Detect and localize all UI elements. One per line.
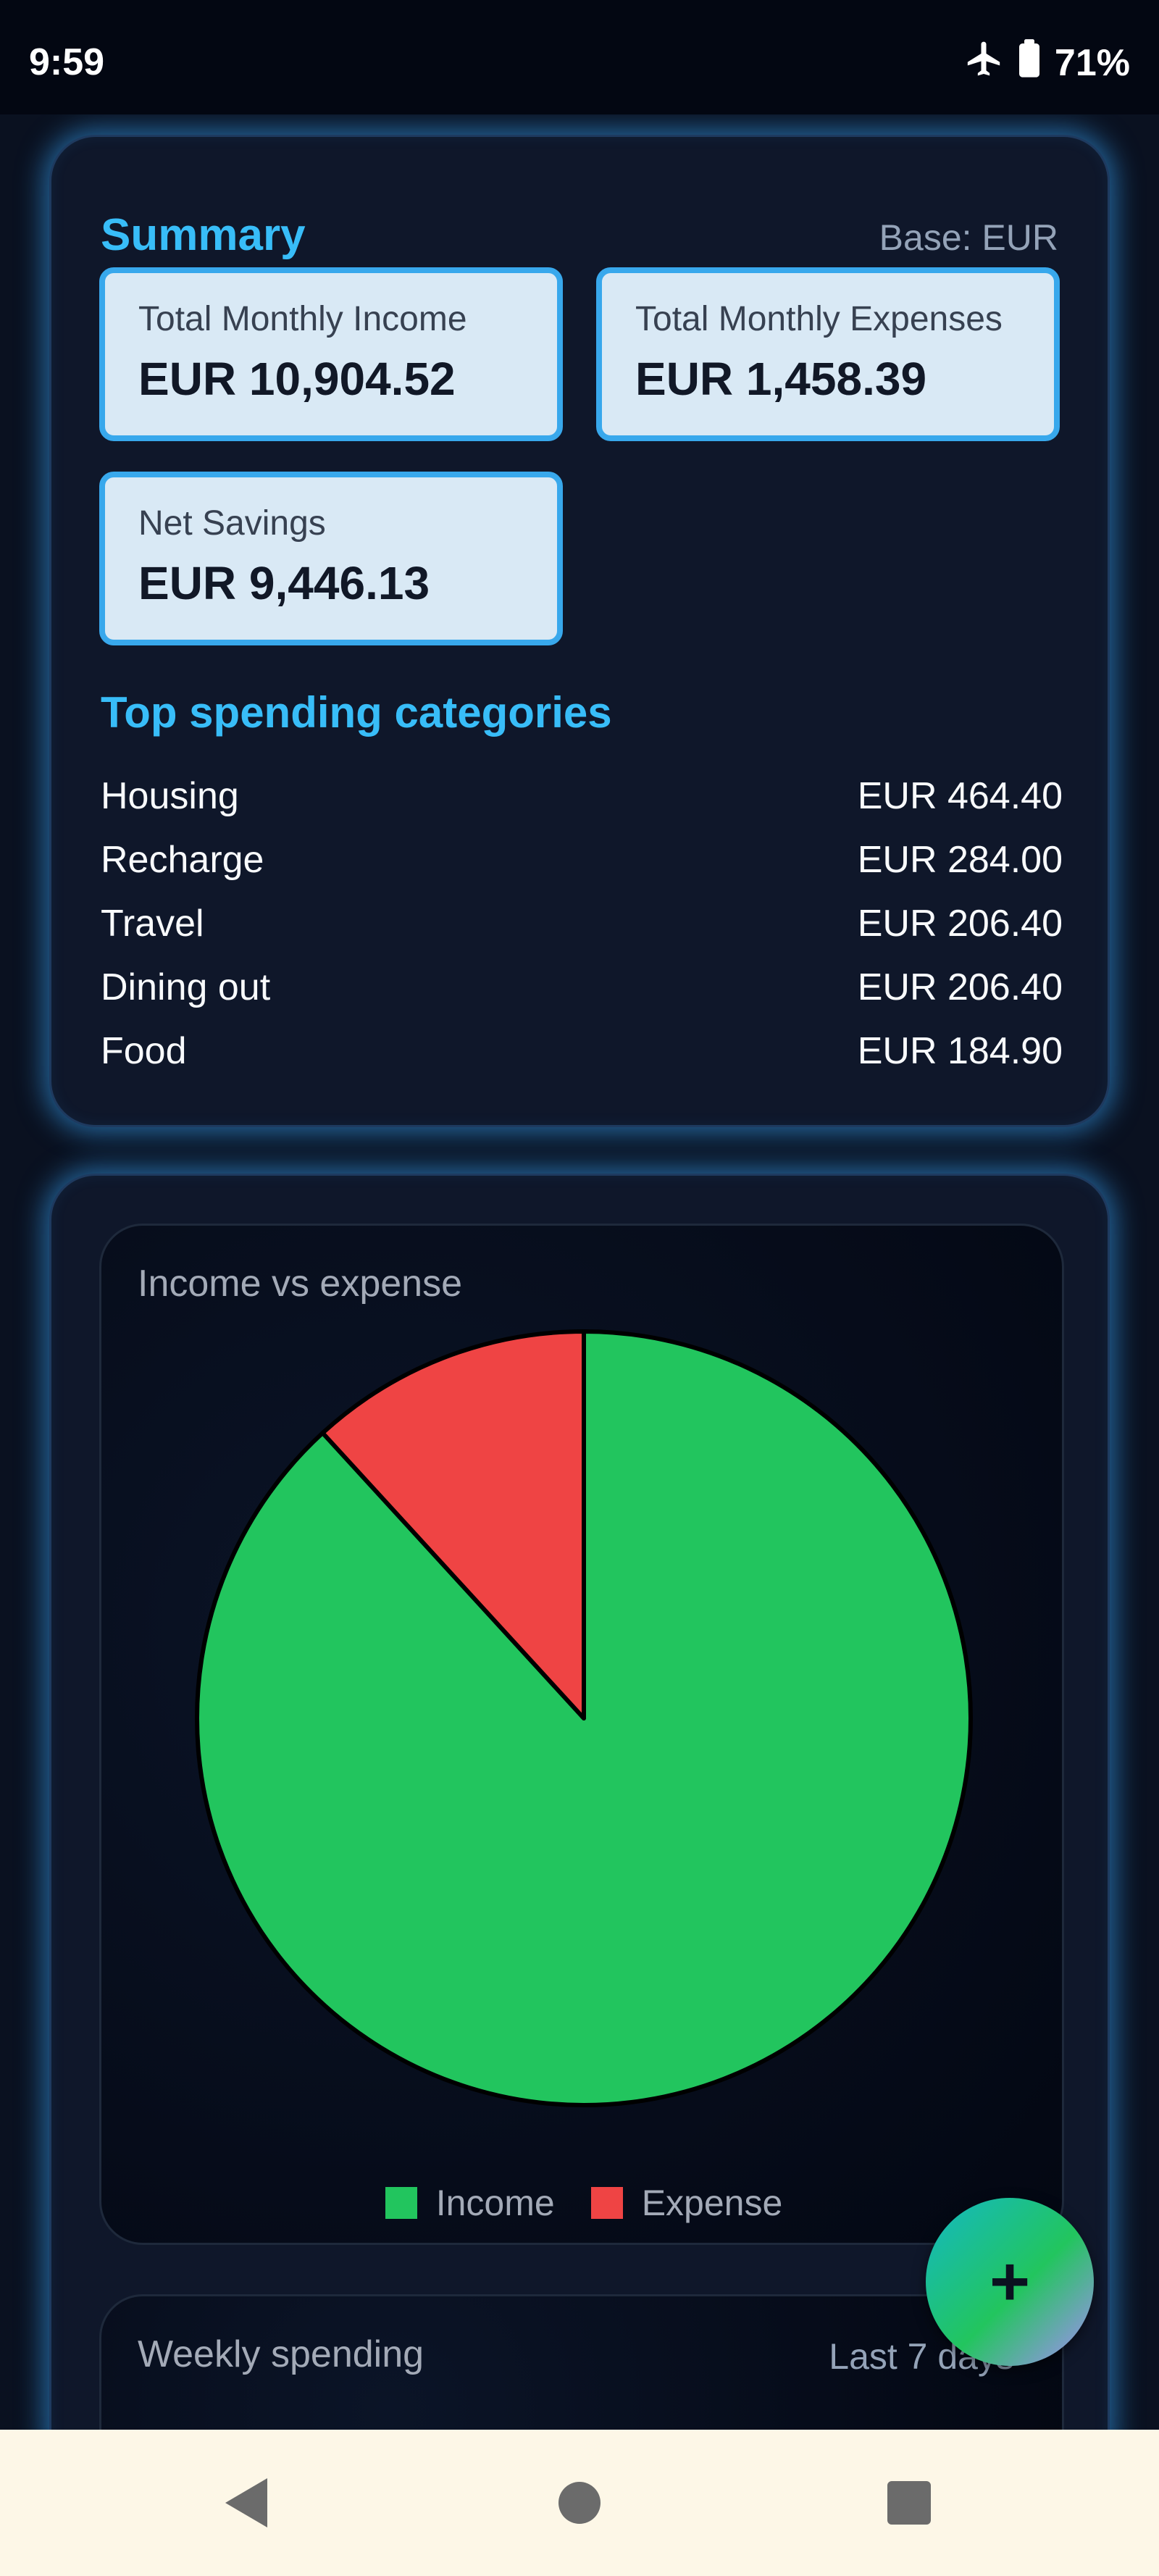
top-categories-title: Top spending categories <box>101 688 612 737</box>
list-item: Recharge EUR 284.00 <box>101 828 1063 892</box>
status-bar: 9:59 71% <box>0 0 1159 114</box>
weekly-spending-panel: Weekly spending Last 7 days <box>99 2294 1064 2430</box>
legend-swatch-expense <box>590 2187 623 2219</box>
total-income-box: Total Monthly Income EUR 10,904.52 <box>99 267 563 441</box>
total-income-label: Total Monthly Income <box>138 300 467 338</box>
legend-swatch-income <box>385 2187 417 2219</box>
weekly-spending-title: Weekly spending <box>138 2333 424 2375</box>
total-expenses-box: Total Monthly Expenses EUR 1,458.39 <box>596 267 1060 441</box>
battery-level: 71% <box>1054 42 1130 84</box>
net-savings-label: Net Savings <box>138 504 326 543</box>
legend-item-income: Income <box>385 2182 555 2224</box>
top-categories-list: Housing EUR 464.40 Recharge EUR 284.00 T… <box>101 764 1063 1083</box>
total-expenses-label: Total Monthly Expenses <box>635 300 1003 338</box>
list-item: Housing EUR 464.40 <box>101 764 1063 828</box>
base-currency-label: Base: EUR <box>879 217 1058 258</box>
pie-chart <box>195 1329 973 2107</box>
battery-icon <box>1017 38 1042 88</box>
total-expenses-value: EUR 1,458.39 <box>635 353 927 405</box>
list-item: Dining out EUR 206.40 <box>101 955 1063 1019</box>
net-savings-box: Net Savings EUR 9,446.13 <box>99 472 563 645</box>
income-expense-panel: Income vs expense Income Expense <box>99 1224 1064 2245</box>
legend-label-expense: Expense <box>641 2183 783 2223</box>
list-item: Food EUR 184.90 <box>101 1019 1063 1083</box>
legend-item-expense: Expense <box>590 2182 783 2224</box>
nav-home-button[interactable] <box>507 2430 652 2576</box>
net-savings-value: EUR 9,446.13 <box>138 557 430 609</box>
scroll-content[interactable]: Summary Base: EUR Total Monthly Income E… <box>0 114 1159 2430</box>
recents-square-icon <box>887 2481 931 2525</box>
system-nav-bar <box>0 2430 1159 2576</box>
total-income-value: EUR 10,904.52 <box>138 353 456 405</box>
category-name: Housing <box>101 775 239 817</box>
back-triangle-icon <box>225 2478 267 2527</box>
summary-card: Summary Base: EUR Total Monthly Income E… <box>49 135 1110 1127</box>
chart-legend: Income Expense <box>101 2182 1066 2224</box>
category-amount: EUR 206.40 <box>857 903 1063 945</box>
category-amount: EUR 184.90 <box>857 1030 1063 1072</box>
summary-title: Summary <box>101 210 306 260</box>
airplane-mode-icon <box>963 38 1004 88</box>
category-amount: EUR 206.40 <box>857 966 1063 1008</box>
legend-label-income: Income <box>435 2183 555 2223</box>
category-name: Food <box>101 1030 187 1072</box>
status-time: 9:59 <box>29 41 105 83</box>
nav-recents-button[interactable] <box>837 2430 982 2576</box>
category-amount: EUR 464.40 <box>857 775 1063 817</box>
category-amount: EUR 284.00 <box>857 839 1063 881</box>
category-name: Dining out <box>101 966 271 1008</box>
status-icons: 71% <box>963 38 1130 88</box>
plus-icon: + <box>989 2243 1031 2320</box>
category-name: Travel <box>101 903 204 945</box>
category-name: Recharge <box>101 839 264 881</box>
home-circle-icon <box>558 2482 601 2524</box>
add-transaction-button[interactable]: + <box>926 2198 1094 2366</box>
list-item: Travel EUR 206.40 <box>101 892 1063 955</box>
nav-back-button[interactable] <box>174 2430 319 2576</box>
